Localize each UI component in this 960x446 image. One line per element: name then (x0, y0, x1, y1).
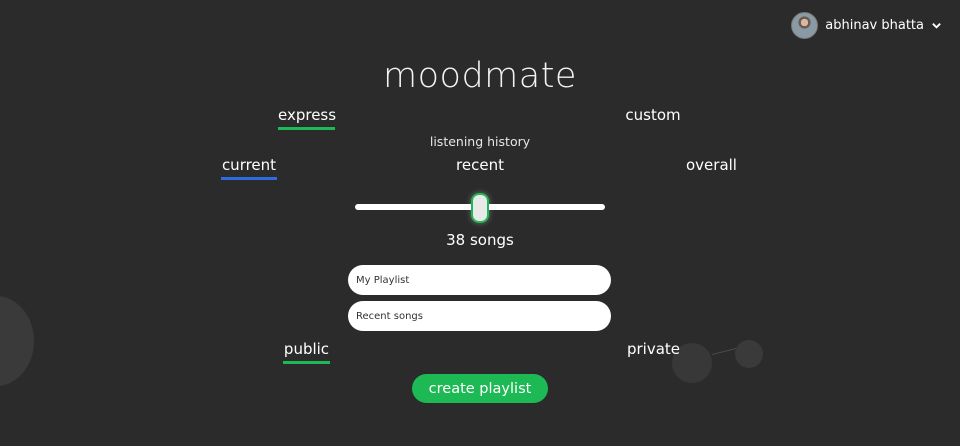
tab-recent[interactable]: recent (450, 156, 510, 174)
user-menu[interactable]: abhinav bhatta (791, 11, 942, 39)
song-count: 38 songs (446, 231, 514, 249)
tab-current-label: current (221, 156, 277, 174)
visibility-private-label: private (626, 340, 681, 358)
decorative-circle (735, 340, 763, 368)
playlist-name-input[interactable] (348, 265, 611, 295)
decorative-circle (0, 296, 34, 386)
playlist-description-input[interactable] (348, 301, 611, 331)
user-name: abhinav bhatta (825, 17, 924, 33)
visibility-public-label: public (283, 340, 330, 358)
tab-custom[interactable]: custom (622, 106, 684, 124)
tab-current-underline (221, 177, 277, 180)
visibility-private[interactable]: private (625, 340, 682, 358)
tab-custom-label: custom (625, 106, 681, 124)
song-count-slider-thumb[interactable] (471, 193, 489, 223)
app-logo: moodmate (383, 56, 577, 96)
tab-express-underline (278, 127, 335, 130)
listening-history-label: listening history (429, 134, 531, 149)
tab-current[interactable]: current (221, 156, 277, 180)
tab-express[interactable]: express (278, 106, 337, 130)
visibility-public[interactable]: public (283, 340, 330, 364)
tab-express-label: express (278, 106, 337, 124)
create-playlist-button[interactable]: create playlist (412, 374, 548, 403)
visibility-public-underline (283, 361, 330, 364)
chevron-down-icon (932, 22, 941, 29)
tab-recent-label: recent (456, 156, 504, 174)
tab-overall[interactable]: overall (684, 156, 739, 174)
user-avatar (791, 11, 819, 39)
tab-overall-label: overall (686, 156, 737, 174)
